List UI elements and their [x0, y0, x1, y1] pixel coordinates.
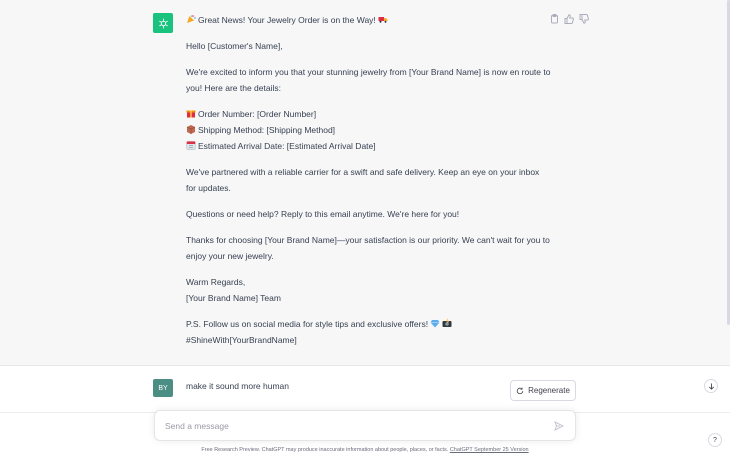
camera-flash-icon [442, 318, 452, 327]
thanks-paragraph: Thanks for choosing [Your Brand Name]—yo… [186, 235, 550, 261]
refresh-icon [516, 387, 524, 394]
calendar-icon [186, 141, 196, 150]
message-input[interactable] [165, 419, 535, 433]
thumbs-up-icon[interactable] [564, 14, 574, 24]
detail-line: Shipping Method: [Shipping Method] [186, 122, 551, 138]
openai-logo-icon [158, 18, 168, 28]
intro-paragraph: We're excited to inform you that your st… [186, 67, 551, 93]
regenerate-label: Regenerate [528, 386, 570, 395]
questions-paragraph: Questions or need help? Reply to this em… [186, 209, 460, 219]
user-avatar: BY [153, 379, 173, 397]
message-composer [154, 410, 576, 441]
gift-icon [186, 110, 196, 118]
user-message: make it sound more human [186, 381, 289, 391]
thumbs-down-icon[interactable] [579, 14, 589, 24]
version-link[interactable]: ChatGPT September 25 Version [450, 447, 529, 453]
ps-paragraph: P.S. Follow us on social media for style… [186, 316, 551, 348]
footer-disclaimer: Free Research Preview. ChatGPT may produ… [0, 446, 730, 454]
truck-icon [378, 17, 388, 23]
signature: Warm Regards, [Your Brand Name] Team [186, 274, 551, 306]
message-divider [0, 365, 730, 366]
hashtag-text: #ShineWith[YourBrandName] [186, 335, 297, 345]
assistant-message-text: Great News! Your Jewelry Order is on the… [186, 12, 551, 358]
footer-text: Free Research Preview. ChatGPT may produ… [201, 447, 449, 453]
arrow-down-icon [708, 382, 714, 390]
team-text: [Your Brand Name] Team [186, 293, 281, 303]
assistant-avatar [153, 13, 173, 33]
carrier-paragraph: We've partnered with a reliable carrier … [186, 167, 540, 193]
regenerate-button[interactable]: Regenerate [510, 380, 576, 401]
detail-line: Order Number: [Order Number] [186, 106, 551, 122]
help-button[interactable]: ? [708, 433, 722, 447]
ps-text: P.S. Follow us on social media for style… [186, 319, 429, 329]
order-number-text: Order Number: [Order Number] [198, 109, 317, 119]
arrival-date-text: Estimated Arrival Date: [Estimated Arriv… [198, 141, 376, 151]
message-title: Great News! Your Jewelry Order is on the… [186, 12, 551, 28]
message-feedback [549, 14, 589, 24]
scroll-to-bottom-button[interactable] [704, 379, 718, 393]
package-icon [186, 125, 196, 134]
greeting: Hello [Customer's Name], [186, 41, 283, 51]
party-popper-icon [187, 15, 196, 23]
detail-line: Estimated Arrival Date: [Estimated Arriv… [186, 138, 551, 154]
shipping-method-text: Shipping Method: [Shipping Method] [198, 125, 336, 135]
regards-text: Warm Regards, [186, 277, 246, 287]
send-icon [554, 421, 564, 431]
order-details: Order Number: [Order Number] Shipping Me… [186, 106, 551, 154]
title-text: Great News! Your Jewelry Order is on the… [198, 15, 376, 25]
send-button[interactable] [552, 419, 566, 433]
gem-icon [430, 320, 440, 328]
